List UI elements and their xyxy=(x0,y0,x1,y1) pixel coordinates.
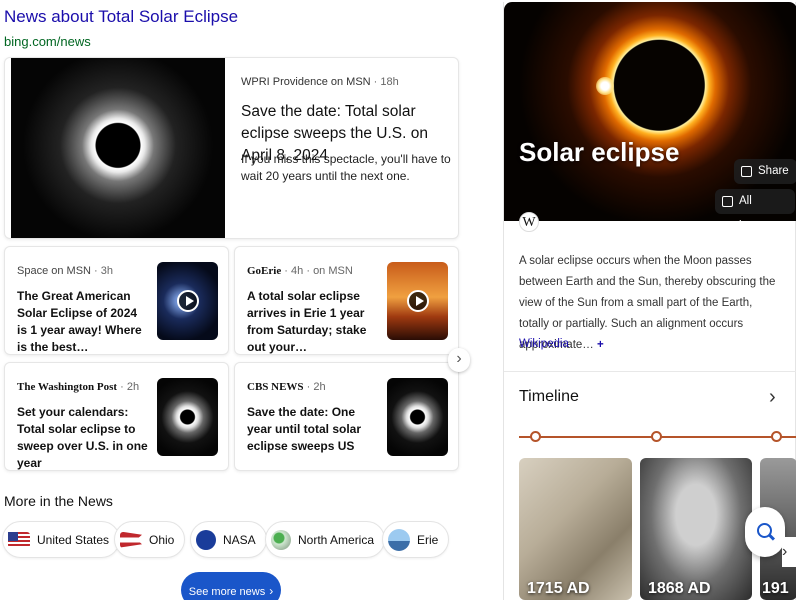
news-card[interactable]: GoErie · 4h · on MSN A total solar eclip… xyxy=(234,246,459,355)
topic-chips: United States Ohio NASA North America Er… xyxy=(0,521,470,559)
timeline-year: 1715 AD xyxy=(527,580,590,597)
card-publisher: GoErie xyxy=(247,265,282,277)
share-button[interactable]: Share xyxy=(734,159,796,184)
card-publisher: Space on MSN xyxy=(17,265,91,277)
card-time: 2h xyxy=(313,381,326,393)
card-thumbnail[interactable] xyxy=(387,262,448,340)
globe-icon xyxy=(271,529,291,550)
timeline-dot[interactable] xyxy=(530,431,541,442)
share-icon xyxy=(741,166,752,177)
hero-snippet: If you miss this spectacle, you'll have … xyxy=(241,152,451,183)
hero-time: 18h xyxy=(380,76,399,88)
card-publisher: The Washington Post xyxy=(17,381,118,393)
card-thumbnail[interactable] xyxy=(387,378,448,456)
see-more-news-button[interactable]: See more news › xyxy=(181,572,281,600)
timeline-year: 1868 AD xyxy=(648,580,711,597)
nasa-logo-icon xyxy=(196,529,216,550)
ohio-flag-icon xyxy=(120,531,142,548)
timeline-dot[interactable] xyxy=(651,431,662,442)
all-images-button[interactable]: All images xyxy=(715,189,795,232)
news-hero-card[interactable]: WPRI Providence on MSN · 18h Save the da… xyxy=(4,57,459,239)
card-publisher: CBS NEWS xyxy=(247,381,304,393)
erie-thumbnail-icon xyxy=(388,528,410,551)
card-time: 2h xyxy=(126,381,140,393)
news-card[interactable]: The Washington Post · 2h Set your calend… xyxy=(4,362,229,471)
news-card[interactable]: CBS NEWS · 2h Save the date: One year un… xyxy=(234,362,459,471)
us-flag-icon xyxy=(8,531,30,548)
more-news-heading: More in the News xyxy=(4,493,113,509)
news-source-link[interactable]: bing.com/news xyxy=(4,34,91,49)
card-headline[interactable]: A total solar eclipse arrives in Erie 1 … xyxy=(247,288,381,354)
news-heading-link[interactable]: News about Total Solar Eclipse xyxy=(4,7,238,27)
card-thumbnail[interactable] xyxy=(157,378,218,456)
play-icon xyxy=(406,290,429,312)
card-thumbnail[interactable] xyxy=(157,262,218,340)
entity-title: Solar eclipse xyxy=(519,137,680,167)
card-headline[interactable]: Save the date: One year until total sola… xyxy=(247,404,379,455)
timeline-card[interactable]: 1868 AD xyxy=(640,458,752,600)
card-headline[interactable]: The Great American Solar Eclipse of 2024… xyxy=(17,288,149,354)
expand-plus-icon[interactable]: + xyxy=(597,339,604,351)
card-publisher-suffix: on MSN xyxy=(313,265,353,277)
chevron-right-icon[interactable]: › xyxy=(769,386,776,409)
diamond-ring-flare xyxy=(596,77,614,95)
chip-erie[interactable]: Erie xyxy=(382,521,450,558)
news-section: News about Total Solar Eclipse bing.com/… xyxy=(0,0,470,600)
eclipse-image xyxy=(11,58,225,238)
wikipedia-link[interactable]: Wikipedia xyxy=(519,338,569,350)
card-headline[interactable]: Set your calendars: Total solar eclipse … xyxy=(17,404,149,470)
images-icon xyxy=(722,196,733,207)
timeline-heading[interactable]: Timeline xyxy=(519,388,579,406)
search-results-page: News about Total Solar Eclipse bing.com/… xyxy=(0,0,796,600)
news-card[interactable]: Space on MSN · 3h The Great American Sol… xyxy=(4,246,229,355)
chevron-right-icon: › xyxy=(269,584,274,598)
card-time: 3h xyxy=(100,265,114,277)
wikipedia-icon: W xyxy=(519,212,539,232)
chevron-right-icon[interactable]: › xyxy=(782,537,796,567)
hero-publisher: WPRI Providence on MSN xyxy=(241,76,371,88)
divider xyxy=(504,371,796,372)
hero-meta: WPRI Providence on MSN · 18h xyxy=(241,76,399,88)
chip-united-states[interactable]: United States xyxy=(2,521,121,558)
chip-ohio[interactable]: Ohio xyxy=(114,521,186,558)
search-icon[interactable] xyxy=(745,507,785,557)
play-icon xyxy=(176,290,199,312)
chip-north-america[interactable]: North America xyxy=(265,521,386,558)
card-time: 4h xyxy=(291,265,304,277)
chip-nasa[interactable]: NASA xyxy=(190,521,267,558)
timeline-dot[interactable] xyxy=(771,431,782,442)
timeline-year: 191 xyxy=(762,580,789,597)
timeline-card[interactable]: 1715 AD xyxy=(519,458,632,600)
chevron-right-icon[interactable]: › xyxy=(448,348,470,372)
